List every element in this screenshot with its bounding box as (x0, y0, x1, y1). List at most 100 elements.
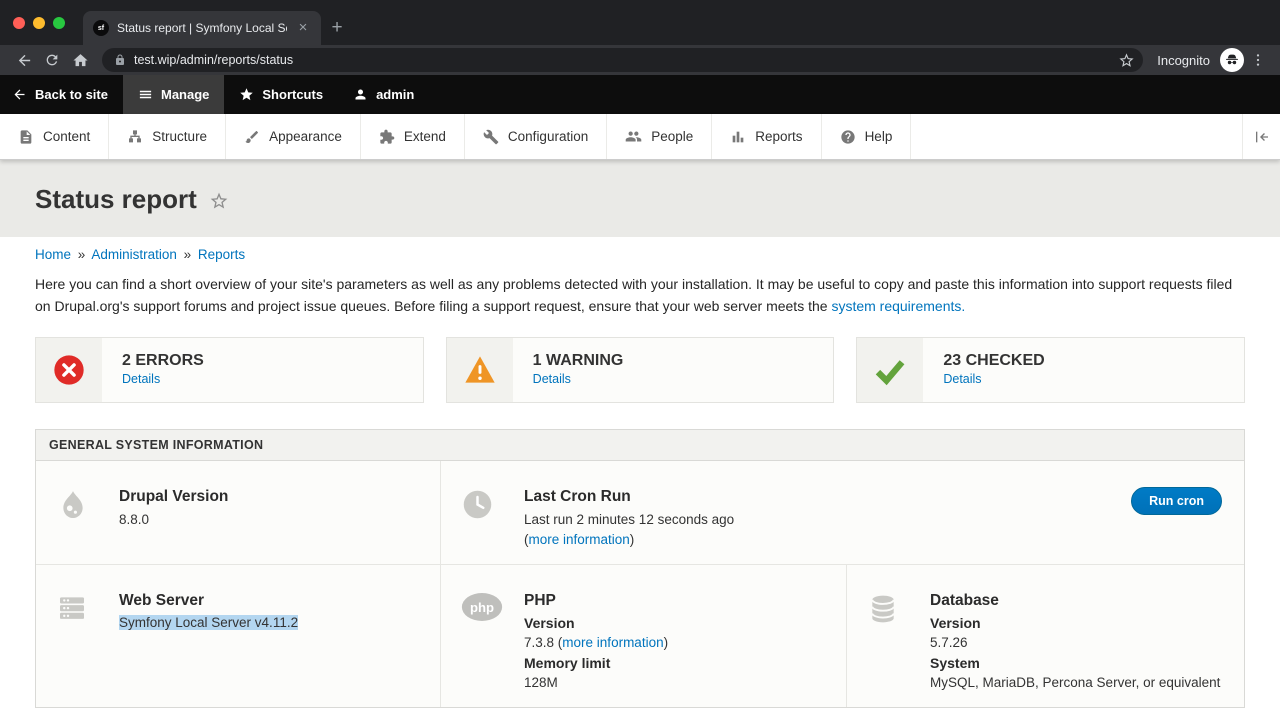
new-tab-button[interactable]: + (321, 11, 353, 45)
php-title: PHP (524, 591, 668, 611)
drupal-version-value: 8.8.0 (119, 510, 228, 530)
content-file-icon (18, 129, 34, 145)
cell-text: Web Server Symfony Local Server v4.11.2 (119, 591, 298, 693)
intro-text: Here you can find a short overview of yo… (35, 276, 1232, 314)
checked-count-label: 23 CHECKED (943, 352, 1044, 370)
incognito-label: Incognito (1157, 53, 1210, 68)
checked-details-link[interactable]: Details (943, 372, 981, 386)
warnings-details-link[interactable]: Details (533, 372, 571, 386)
menu-item-reports[interactable]: Reports (712, 114, 821, 159)
page-title: Status report (35, 184, 197, 215)
cell-text: Drupal Version 8.8.0 (119, 487, 228, 549)
browser-tab-strip: sf Status report | Symfony Local Se × + (0, 0, 1280, 45)
menu-item-extend[interactable]: Extend (361, 114, 465, 159)
home-icon[interactable] (66, 47, 94, 73)
browser-tab[interactable]: sf Status report | Symfony Local Se × (83, 11, 321, 45)
php-memory-limit-label: Memory limit (524, 653, 668, 673)
add-shortcut-star-icon[interactable] (209, 191, 229, 211)
menu-item-label: Extend (404, 129, 446, 144)
browser-menu-icon[interactable] (1244, 47, 1272, 73)
general-system-information-panel: GENERAL SYSTEM INFORMATION Drupal Versio… (35, 429, 1245, 707)
php-cell: php PHP Version 7.3.8 (more information)… (441, 565, 847, 707)
menu-item-help[interactable]: Help (822, 114, 912, 159)
php-version-label: Version (524, 613, 668, 633)
system-requirements-link[interactable]: system requirements. (831, 298, 965, 314)
main-content: Home » Administration » Reports Here you… (0, 237, 1280, 708)
address-bar[interactable]: test.wip/admin/reports/status (102, 48, 1143, 72)
warnings-card: 1 WARNING Details (446, 337, 835, 403)
menu-item-label: Content (43, 129, 90, 144)
window-controls (0, 0, 83, 45)
appearance-brush-icon (244, 129, 260, 145)
menu-item-label: Reports (755, 129, 802, 144)
reload-icon[interactable] (38, 47, 66, 73)
php-icon: php (461, 591, 499, 693)
star-icon (239, 87, 254, 102)
clock-icon (461, 487, 499, 549)
manage-tab[interactable]: Manage (123, 75, 224, 114)
cron-more-information-link[interactable]: more information (529, 532, 630, 547)
errors-count-label: 2 ERRORS (122, 352, 204, 370)
page-header: Status report (0, 160, 1280, 237)
lock-icon (114, 54, 126, 66)
window-minimize-button[interactable] (33, 17, 45, 29)
back-icon[interactable] (10, 47, 38, 73)
bookmark-star-icon[interactable] (1115, 49, 1137, 71)
people-icon (625, 128, 642, 145)
breadcrumb-separator: » (184, 247, 192, 262)
structure-sitemap-icon (127, 129, 143, 145)
back-to-site-button[interactable]: Back to site (0, 75, 123, 114)
breadcrumb-link-home[interactable]: Home (35, 247, 71, 262)
breadcrumb: Home » Administration » Reports (35, 247, 1245, 262)
shortcuts-tab[interactable]: Shortcuts (224, 75, 338, 114)
breadcrumb-link-administration[interactable]: Administration (91, 247, 177, 262)
cell-text: Last Cron Run Last run 2 minutes 12 seco… (524, 487, 734, 549)
database-system-value: MySQL, MariaDB, Percona Server, or equiv… (930, 673, 1220, 693)
menu-item-content[interactable]: Content (0, 114, 109, 159)
person-icon (353, 87, 368, 102)
drupal-admin-toolbar: Back to site Manage Shortcuts admin (0, 75, 1280, 114)
warning-icon (447, 338, 513, 402)
system-info-row: Drupal Version 8.8.0 Last Cron Run Last … (36, 461, 1244, 564)
system-info-row: Web Server Symfony Local Server v4.11.2 … (36, 565, 1244, 707)
errors-details-link[interactable]: Details (122, 372, 160, 386)
tab-title: Status report | Symfony Local Se (117, 21, 287, 35)
menu-item-label: Structure (152, 129, 207, 144)
card-body: 23 CHECKED Details (943, 352, 1044, 388)
warnings-count-label: 1 WARNING (533, 352, 624, 370)
window-close-button[interactable] (13, 17, 25, 29)
server-icon (56, 591, 94, 693)
browser-navbar: test.wip/admin/reports/status Incognito (0, 45, 1280, 75)
errors-card: 2 ERRORS Details (35, 337, 424, 403)
menu-item-structure[interactable]: Structure (109, 114, 226, 159)
menu-item-label: Help (865, 129, 893, 144)
tab-close-icon[interactable]: × (295, 20, 311, 36)
last-cron-run-cell: Last Cron Run Last run 2 minutes 12 seco… (441, 461, 1244, 563)
last-cron-run-value: Last run 2 minutes 12 seconds ago (524, 510, 734, 530)
extend-puzzle-icon (379, 129, 395, 145)
php-more-information-link[interactable]: more information (562, 635, 663, 650)
run-cron-button[interactable]: Run cron (1131, 487, 1222, 515)
window-zoom-button[interactable] (53, 17, 65, 29)
tab-favicon-icon: sf (93, 20, 109, 36)
shortcuts-label: Shortcuts (262, 87, 323, 102)
hamburger-menu-icon (138, 87, 153, 102)
web-server-value: Symfony Local Server v4.11.2 (119, 615, 298, 630)
menu-item-people[interactable]: People (607, 114, 712, 159)
database-system-label: System (930, 653, 1220, 673)
status-summary-cards: 2 ERRORS Details 1 WARNING Details 23 CH… (35, 337, 1245, 403)
php-memory-limit-value: 128M (524, 673, 668, 693)
menu-item-configuration[interactable]: Configuration (465, 114, 607, 159)
menu-item-label: Appearance (269, 129, 342, 144)
card-body: 1 WARNING Details (533, 352, 624, 388)
breadcrumb-link-reports[interactable]: Reports (198, 247, 245, 262)
card-body: 2 ERRORS Details (122, 352, 204, 388)
cron-more-information-line: (more information) (524, 530, 734, 550)
database-version-value: 5.7.26 (930, 633, 1220, 653)
user-account-tab[interactable]: admin (338, 75, 429, 114)
back-to-site-label: Back to site (35, 87, 108, 102)
toolbar-collapse-icon[interactable] (1242, 114, 1280, 159)
paren: ) (630, 532, 635, 547)
menu-item-appearance[interactable]: Appearance (226, 114, 361, 159)
incognito-icon (1220, 48, 1244, 72)
